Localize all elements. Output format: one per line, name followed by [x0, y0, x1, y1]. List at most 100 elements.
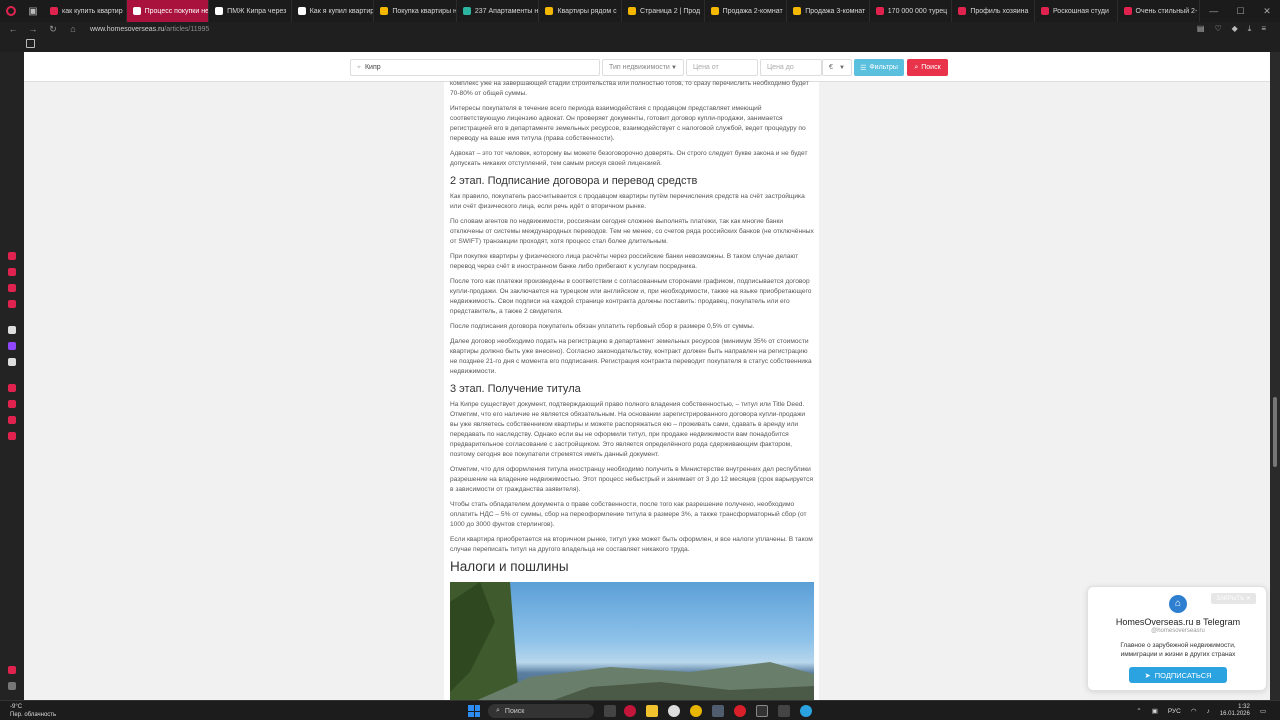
settings-icon[interactable]	[712, 705, 724, 717]
search-button[interactable]: ⌕ Поиск	[907, 59, 948, 76]
taskbar-search-label: Поиск	[504, 707, 525, 715]
article-paragraph: комплекс уже на завершающей стадии строи…	[450, 80, 809, 97]
price-to-input[interactable]: Цена до	[760, 59, 822, 76]
extensions-icon[interactable]: ◆	[1232, 24, 1238, 34]
article-paragraph: Если квартира приобретается на вторичном…	[450, 536, 813, 553]
browser-logo-icon[interactable]	[0, 0, 22, 22]
sidebar-app-icon[interactable]	[8, 384, 16, 392]
section-heading: Налоги и пошлины	[450, 559, 569, 574]
clock[interactable]: 1:32 16.01.2026	[1220, 704, 1250, 718]
app-icon[interactable]	[734, 705, 746, 717]
x-icon[interactable]	[8, 358, 16, 366]
home-icon[interactable]: ⌂	[66, 24, 80, 34]
reload-icon[interactable]: ↻	[46, 24, 60, 35]
task-view-icon[interactable]	[604, 705, 616, 717]
scrollbar-thumb[interactable]	[1273, 397, 1277, 467]
sidebar-app-icon[interactable]	[8, 432, 16, 440]
filters-button[interactable]: ☰ Фильтры	[854, 59, 904, 76]
browser-tab[interactable]: Продажа 2-комнат	[705, 0, 788, 22]
sidebar-app-icon[interactable]	[8, 300, 16, 308]
browser-tab[interactable]: Покупка квартиры н	[374, 0, 457, 22]
tab-favicon-icon	[50, 7, 58, 15]
tab-label: Покупка квартиры н	[392, 7, 457, 15]
location-input[interactable]: ⌖ Кипр	[350, 59, 600, 76]
browser-taskbar-icon[interactable]	[624, 705, 636, 717]
telegram-taskbar-icon[interactable]	[800, 705, 812, 717]
app-icon[interactable]	[778, 705, 790, 717]
tab-favicon-icon	[545, 7, 554, 15]
windows-start-icon[interactable]	[468, 705, 480, 717]
browser-tab[interactable]: ПМЖ Кипра через	[209, 0, 292, 22]
reader-icon[interactable]: ▤	[1197, 24, 1205, 34]
taskbar-search[interactable]: ⌕ Поиск	[488, 704, 594, 718]
minimize-icon[interactable]: —	[1209, 6, 1218, 17]
browser-tab[interactable]: Профиль хозяина	[952, 0, 1035, 22]
subscribe-button[interactable]: ➤ ПОДПИСАТЬСЯ	[1129, 667, 1227, 683]
tab-manager-icon[interactable]: ▣	[22, 0, 44, 22]
maximize-icon[interactable]: ☐	[1237, 6, 1245, 17]
tray-app-icon[interactable]: ▣	[1152, 707, 1158, 715]
tabs: как купить квартир Процесс покупки недв ПМ…	[44, 0, 1200, 22]
browser-tab[interactable]: Страница 2 | Прод	[622, 0, 705, 22]
tab-favicon-icon	[958, 7, 967, 15]
download-icon[interactable]: ⤓	[1248, 24, 1252, 34]
property-type-select[interactable]: Тип недвижимости ▼	[602, 59, 684, 76]
sidebar-app-icon[interactable]	[8, 326, 16, 334]
currency-select[interactable]: € ▼	[822, 59, 852, 76]
close-popup-button[interactable]: ЗАКРЫТЬ ✕	[1211, 593, 1256, 604]
app-icon[interactable]	[668, 705, 680, 717]
bookmark-icon[interactable]: ♡	[1214, 24, 1221, 34]
tray-chevron-icon[interactable]: ⌃	[1136, 707, 1141, 715]
telegram-popup: ЗАКРЫТЬ ✕ ⌂ HomesOverseas.ru в Telegram …	[1087, 586, 1267, 691]
browser-tab[interactable]: 237 Апартаменты н	[457, 0, 540, 22]
sidebar-more-icon[interactable]	[8, 682, 16, 690]
article-photo	[450, 582, 814, 700]
article-paragraph: Интересы покупателя в течение всего пери…	[450, 105, 806, 142]
browser-tab[interactable]: 170 000 000 турец	[870, 0, 953, 22]
chevron-down-icon: ▼	[671, 64, 677, 71]
browser-tab[interactable]: как купить квартир	[44, 0, 127, 22]
system-tray: ⌃ ▣ РУС ◠ ♪ 1:32 16.01.2026 ▭	[1136, 704, 1266, 718]
browser-tab[interactable]: Как я купил квартир	[292, 0, 375, 22]
close-window-icon[interactable]: ✕	[1263, 6, 1271, 17]
article-paragraph: Чтобы стать обладателем документа о прав…	[450, 501, 807, 528]
tab-favicon-icon	[462, 7, 471, 15]
browser-tab[interactable]: Процесс покупки недв	[126, 0, 210, 22]
tab-label: Роскошная студи	[1052, 7, 1109, 15]
forward-icon[interactable]: →	[26, 24, 40, 34]
wifi-icon[interactable]: ◠	[1191, 707, 1197, 715]
page-scrollbar[interactable]	[1270, 52, 1280, 700]
tab-label: ПМЖ Кипра через	[227, 7, 287, 15]
tab-favicon-icon	[628, 7, 637, 15]
tab-label: 170 000 000 турец	[887, 7, 948, 15]
notification-icon[interactable]: ▭	[1260, 707, 1266, 715]
browser-tab[interactable]: Роскошная студи	[1035, 0, 1118, 22]
back-icon[interactable]: ←	[6, 24, 20, 34]
tab-label: Профиль хозяина	[970, 7, 1029, 15]
sidebar-app-icon[interactable]	[8, 268, 16, 276]
sidebar-app-icon[interactable]	[8, 416, 16, 424]
bookmark-folder-icon[interactable]	[26, 39, 35, 48]
article-column: комплекс уже на завершающей стадии строи…	[444, 80, 819, 700]
sidebar-app-icon[interactable]	[8, 400, 16, 408]
browser-tab[interactable]: Очень стильный 2-	[1118, 0, 1200, 22]
telegram-icon: ➤	[1144, 670, 1151, 680]
sidebar-app-icon[interactable]	[8, 284, 16, 292]
chevron-down-icon: ▼	[839, 64, 845, 71]
sidebar-settings-icon[interactable]	[8, 666, 16, 674]
weather-widget[interactable]: -9°C Пер. облачность	[10, 703, 56, 719]
url-field[interactable]: www.homesoverseas.ru/articles/11995	[90, 26, 209, 33]
popup-title: HomesOverseas.ru в Telegram	[1115, 617, 1241, 627]
twitch-icon[interactable]	[8, 342, 16, 350]
tab-favicon-icon	[1040, 7, 1049, 15]
yandex-icon[interactable]	[690, 705, 702, 717]
file-explorer-icon[interactable]	[646, 705, 658, 717]
app-icon[interactable]	[756, 705, 768, 717]
volume-icon[interactable]: ♪	[1207, 708, 1210, 715]
menu-icon[interactable]: ≡	[1261, 24, 1266, 34]
language-indicator[interactable]: РУС	[1168, 708, 1181, 715]
browser-tab[interactable]: Квартиры рядом с	[539, 0, 623, 22]
browser-tab[interactable]: Продажа 3-комнат	[787, 0, 870, 22]
price-from-input[interactable]: Цена от	[686, 59, 758, 76]
sidebar-app-icon[interactable]	[8, 252, 16, 260]
